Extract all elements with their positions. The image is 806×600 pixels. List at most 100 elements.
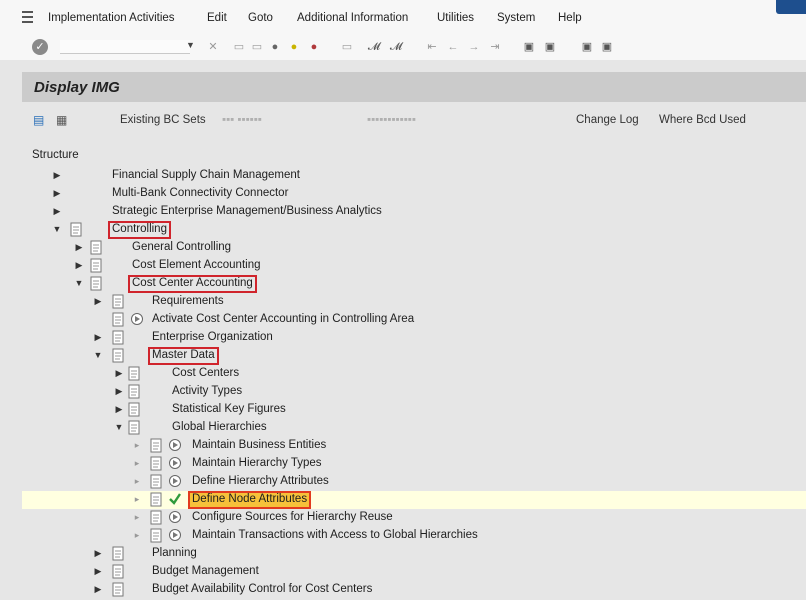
documentation-icon[interactable] [128, 366, 142, 381]
tree-node-label[interactable]: Planning [152, 547, 197, 559]
tree-node[interactable]: ▶ Activity Types [22, 383, 806, 401]
menu-icon[interactable] [22, 11, 33, 23]
tree-node-label[interactable]: Cost Centers [172, 367, 239, 379]
tree-node-label[interactable]: Budget Management [152, 565, 259, 577]
menu-help[interactable]: Help [558, 12, 582, 24]
chevron-down-icon[interactable]: ▼ [186, 40, 195, 50]
documentation-icon[interactable] [150, 510, 164, 525]
documentation-icon[interactable] [150, 456, 164, 471]
execute-icon[interactable] [168, 474, 182, 489]
tree-node-label[interactable]: Master Data [152, 349, 215, 361]
expand-arrow-icon[interactable]: ▶ [93, 584, 103, 595]
next-page-icon[interactable]: → [467, 40, 481, 54]
find-next-icon[interactable]: 𝓜 [389, 40, 403, 54]
first-page-icon[interactable]: ⇤ [425, 40, 439, 54]
expand-arrow-icon[interactable]: ▶ [74, 242, 84, 253]
back-icon[interactable]: ● [268, 40, 282, 54]
tree-node[interactable]: Activate Cost Center Accounting in Contr… [22, 311, 806, 329]
documentation-icon[interactable] [150, 492, 164, 507]
collapse-arrow-icon[interactable]: ▼ [114, 422, 124, 432]
expand-arrow-icon[interactable]: ▶ [114, 386, 124, 397]
execute-icon[interactable] [168, 456, 182, 471]
tree-node[interactable]: ▸ Maintain Business Entities [22, 437, 806, 455]
menu-goto[interactable]: Goto [248, 12, 273, 24]
documentation-icon[interactable] [90, 276, 104, 291]
documentation-icon[interactable] [128, 420, 142, 435]
documentation-icon[interactable] [112, 312, 126, 327]
tree-node-label[interactable]: Global Hierarchies [172, 421, 267, 433]
tree-node-label[interactable]: Requirements [152, 295, 224, 307]
command-field[interactable] [60, 40, 190, 54]
tree-node-label[interactable]: Controlling [112, 223, 167, 235]
tree-node-label[interactable]: Strategic Enterprise Management/Business… [112, 205, 382, 217]
tree-node[interactable]: ▼ Cost Center Accounting [22, 275, 806, 293]
tree-node[interactable]: ▶ General Controlling [22, 239, 806, 257]
tree-node-label[interactable]: Maintain Hierarchy Types [192, 457, 322, 469]
tree-node[interactable]: ▶ Multi-Bank Connectivity Connector [22, 185, 806, 203]
documentation-icon[interactable] [90, 240, 104, 255]
tree-node-label[interactable]: Maintain Transactions with Access to Glo… [192, 529, 478, 541]
tree-node[interactable]: ▸ Define Hierarchy Attributes [22, 473, 806, 491]
expand-arrow-icon[interactable]: ▶ [93, 296, 103, 307]
tree-node[interactable]: ▼ Global Hierarchies [22, 419, 806, 437]
cancel-icon[interactable]: ✕ [206, 40, 220, 54]
tree-node[interactable]: ▶ Enterprise Organization [22, 329, 806, 347]
expand-arrow-icon[interactable]: ▶ [114, 404, 124, 415]
execute-checked-icon[interactable] [168, 492, 182, 507]
expand-arrow-icon[interactable]: ▶ [74, 260, 84, 271]
tree-node-label[interactable]: Activity Types [172, 385, 242, 397]
tree-node[interactable]: ▶ Budget Availability Control for Cost Ce… [22, 581, 806, 599]
documentation-icon[interactable] [112, 330, 126, 345]
expand-arrow-icon[interactable]: ▶ [52, 170, 62, 181]
tree-node[interactable]: ▸ Maintain Transactions with Access to Gl… [22, 527, 806, 545]
tree-node[interactable]: ▶ Cost Element Accounting [22, 257, 806, 275]
exit-icon[interactable]: ● [287, 40, 301, 54]
settings-icon[interactable]: ▣ [600, 40, 614, 54]
documentation-icon[interactable] [128, 384, 142, 399]
tree-node-label[interactable]: Multi-Bank Connectivity Connector [112, 187, 288, 199]
tree-node-label[interactable]: Enterprise Organization [152, 331, 273, 343]
expand-arrow-icon[interactable]: ▶ [93, 548, 103, 559]
expand-arrow-icon[interactable]: ▶ [93, 566, 103, 577]
tree-node[interactable]: ▶ Statistical Key Figures [22, 401, 806, 419]
documentation-icon[interactable] [150, 528, 164, 543]
documentation-icon[interactable] [112, 294, 126, 309]
tree-node[interactable]: ▶ Financial Supply Chain Management [22, 167, 806, 185]
collapse-arrow-icon[interactable]: ▼ [52, 224, 62, 234]
bc-sets-for-activity-icon[interactable]: ▪▪▪ ▪▪▪▪▪▪ [222, 114, 262, 126]
menu-edit[interactable]: Edit [207, 12, 227, 24]
documentation-icon[interactable] [112, 564, 126, 579]
documentation-icon[interactable] [70, 222, 84, 237]
expand-arrow-icon[interactable]: ▶ [93, 332, 103, 343]
execute-icon[interactable] [168, 510, 182, 525]
where-used-button[interactable]: Where Bcd Used [659, 114, 746, 126]
tree-node-label[interactable]: General Controlling [132, 241, 231, 253]
tree-node-label[interactable]: Cost Element Accounting [132, 259, 261, 271]
documentation-icon[interactable] [128, 402, 142, 417]
activated-bc-sets-icon[interactable]: ▪▪▪▪▪▪▪▪▪▪▪▪ [367, 114, 416, 126]
tree-node[interactable]: ▶ Budget Management [22, 563, 806, 581]
save-icon[interactable]: ▭ [250, 40, 264, 54]
enter-icon[interactable]: ✓ [32, 39, 48, 55]
collapse-all-icon[interactable]: ▦ [56, 113, 67, 127]
documentation-icon[interactable] [112, 582, 126, 597]
execute-icon[interactable] [168, 528, 182, 543]
new-session-icon[interactable]: ▣ [522, 40, 536, 54]
help-icon[interactable]: ▣ [580, 40, 594, 54]
tree-node-label[interactable]: Cost Center Accounting [132, 277, 253, 289]
tree-node[interactable]: ▶ Cost Centers [22, 365, 806, 383]
collapse-arrow-icon[interactable]: ▼ [93, 350, 103, 360]
tree-node[interactable]: ▶ Requirements [22, 293, 806, 311]
execute-icon[interactable] [168, 438, 182, 453]
menu-system[interactable]: System [497, 12, 535, 24]
cancel-icon[interactable]: ● [307, 40, 321, 54]
save-icon[interactable]: ▭ [232, 40, 246, 54]
expand-all-icon[interactable]: ▤ [33, 113, 44, 127]
menu-utilities[interactable]: Utilities [437, 12, 474, 24]
tree-node[interactable]: ▶ Strategic Enterprise Management/Busines… [22, 203, 806, 221]
expand-arrow-icon[interactable]: ▶ [52, 188, 62, 199]
tree-node[interactable]: ▼ Controlling [22, 221, 806, 239]
last-page-icon[interactable]: ⇥ [488, 40, 502, 54]
tree-node-label[interactable]: Statistical Key Figures [172, 403, 286, 415]
tree-node[interactable]: ▸ Define Node Attributes [22, 491, 806, 509]
